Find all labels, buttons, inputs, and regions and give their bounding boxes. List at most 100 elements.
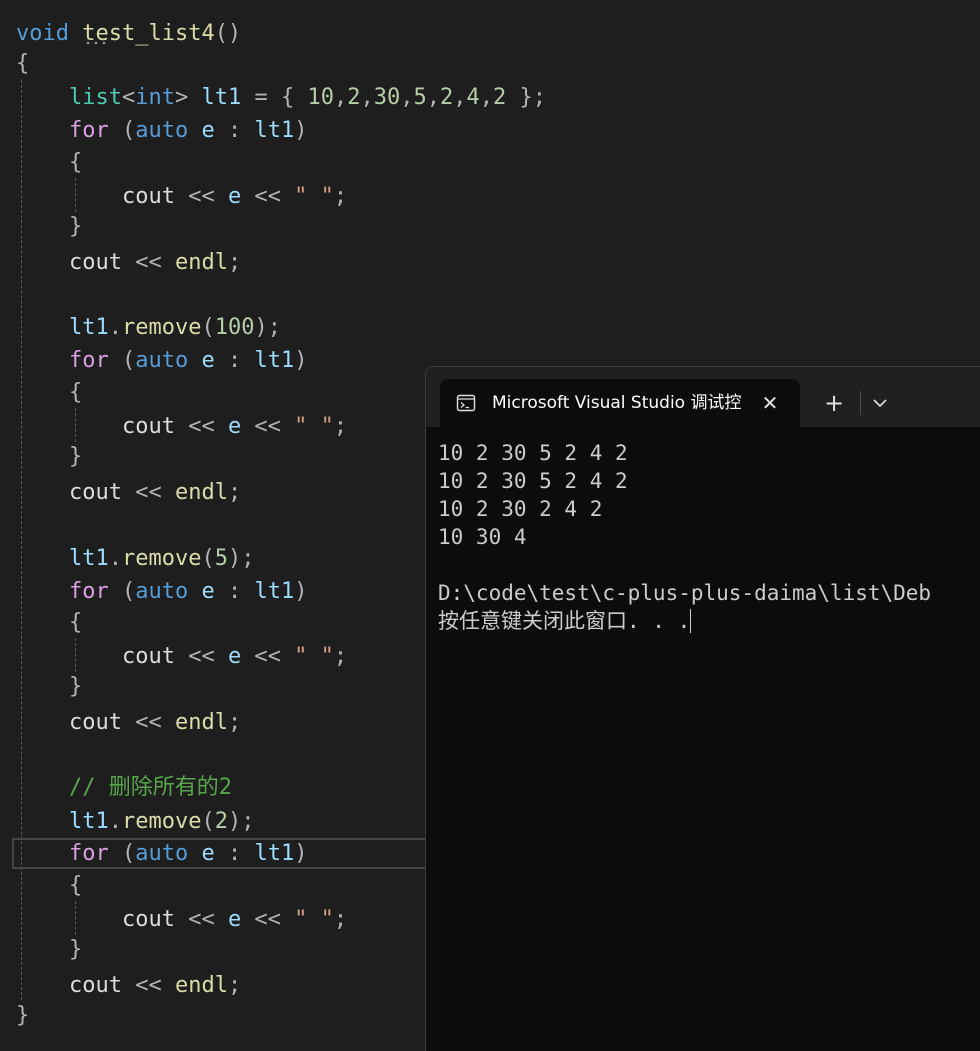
code-token: { — [68, 610, 83, 635]
code-token: 30 — [373, 85, 401, 110]
code-token: ( — [201, 809, 215, 834]
code-token: : — [214, 841, 255, 866]
chevron-down-icon[interactable] — [866, 391, 894, 415]
code-line: { — [16, 376, 82, 409]
code-line: } — [16, 210, 82, 243]
code-token: > — [174, 85, 202, 110]
code-token: cout — [121, 414, 175, 439]
titlebar-divider — [860, 391, 861, 415]
code-token: << — [241, 414, 295, 439]
code-token: ); — [227, 809, 255, 834]
new-tab-button[interactable]: + — [820, 389, 848, 417]
code-token: auto — [135, 348, 189, 373]
code-token: endl — [174, 973, 228, 998]
code-token: ( — [108, 841, 136, 866]
code-token: < — [121, 85, 136, 110]
code-token: : — [214, 579, 255, 604]
code-token: test_list4 — [82, 21, 215, 46]
code-line: for (auto e : lt1) — [16, 575, 307, 608]
code-token: 2 — [439, 85, 454, 110]
code-token: << — [174, 414, 228, 439]
code-token: 2 — [347, 85, 361, 110]
code-token: { — [16, 51, 30, 76]
code-token: 100 — [214, 315, 255, 340]
code-token: () — [214, 21, 242, 46]
code-token: remove — [121, 546, 202, 571]
code-token: . — [108, 546, 122, 571]
code-token: e — [227, 907, 242, 932]
code-token: ; — [227, 973, 242, 998]
code-token: = { — [241, 85, 308, 110]
code-line: void test_list4() — [16, 17, 241, 50]
code-token: lt1 — [254, 579, 295, 604]
code-line: } — [16, 670, 82, 703]
code-line: cout << e << " "; — [16, 903, 347, 936]
code-token: cout — [68, 973, 122, 998]
code-token: cout — [121, 644, 175, 669]
console-line: 10 30 4 — [438, 525, 527, 549]
console-output[interactable]: 10 2 30 5 2 4 2 10 2 30 5 2 4 2 10 2 30 … — [438, 439, 980, 635]
code-line: { — [16, 606, 82, 639]
code-token: ); — [227, 546, 255, 571]
code-token: cout — [121, 184, 175, 209]
code-token: lt1 — [254, 348, 295, 373]
code-token: endl — [174, 710, 228, 735]
code-token: e — [201, 348, 215, 373]
code-token: 10 — [307, 85, 334, 110]
debug-console-window[interactable]: Microsoft Visual Studio 调试控 ✕ + 10 2 30 … — [425, 366, 980, 1051]
code-token: ( — [108, 579, 136, 604]
console-line: 10 2 30 5 2 4 2 — [438, 441, 628, 465]
code-token: lt1 — [68, 809, 109, 834]
code-token: << — [121, 480, 175, 505]
code-line: cout << endl; — [16, 476, 241, 509]
code-line: cout << e << " "; — [16, 410, 347, 443]
code-line: // 删除所有的2 — [16, 771, 232, 804]
close-icon[interactable]: ✕ — [758, 391, 782, 415]
code-line: for (auto e : lt1) — [16, 114, 307, 147]
code-token: remove — [121, 315, 202, 340]
code-token: } — [68, 674, 83, 699]
code-token: " " — [294, 184, 334, 209]
code-token: cout — [121, 907, 175, 932]
code-token: list — [68, 85, 122, 110]
console-line: 10 2 30 2 4 2 — [438, 497, 603, 521]
code-line: cout << endl; — [16, 969, 241, 1002]
code-token: ; — [227, 250, 242, 275]
code-token: 2 — [214, 809, 228, 834]
code-token: auto — [135, 579, 189, 604]
code-token: 4 — [466, 85, 480, 110]
text-cursor — [690, 609, 692, 633]
code-token: << — [241, 644, 295, 669]
console-prompt-line: 按任意键关闭此窗口. . . — [438, 607, 980, 635]
code-token: ); — [254, 315, 281, 340]
code-line: { — [16, 869, 82, 902]
code-line: lt1.remove(5); — [16, 542, 254, 575]
code-token: lt1 — [68, 546, 109, 571]
code-token: e — [201, 841, 215, 866]
code-token: int — [135, 85, 175, 110]
code-line: list<int> lt1 = { 10,2,30,5,2,4,2 }; — [16, 81, 546, 114]
code-token: ) — [294, 841, 308, 866]
code-token: lt1 — [68, 315, 109, 340]
code-token: lt1 — [254, 118, 295, 143]
code-token: << — [241, 907, 295, 932]
terminal-tab[interactable]: Microsoft Visual Studio 调试控 ✕ — [440, 379, 800, 427]
terminal-titlebar: Microsoft Visual Studio 调试控 ✕ + — [426, 367, 980, 427]
code-token: } — [68, 937, 83, 962]
